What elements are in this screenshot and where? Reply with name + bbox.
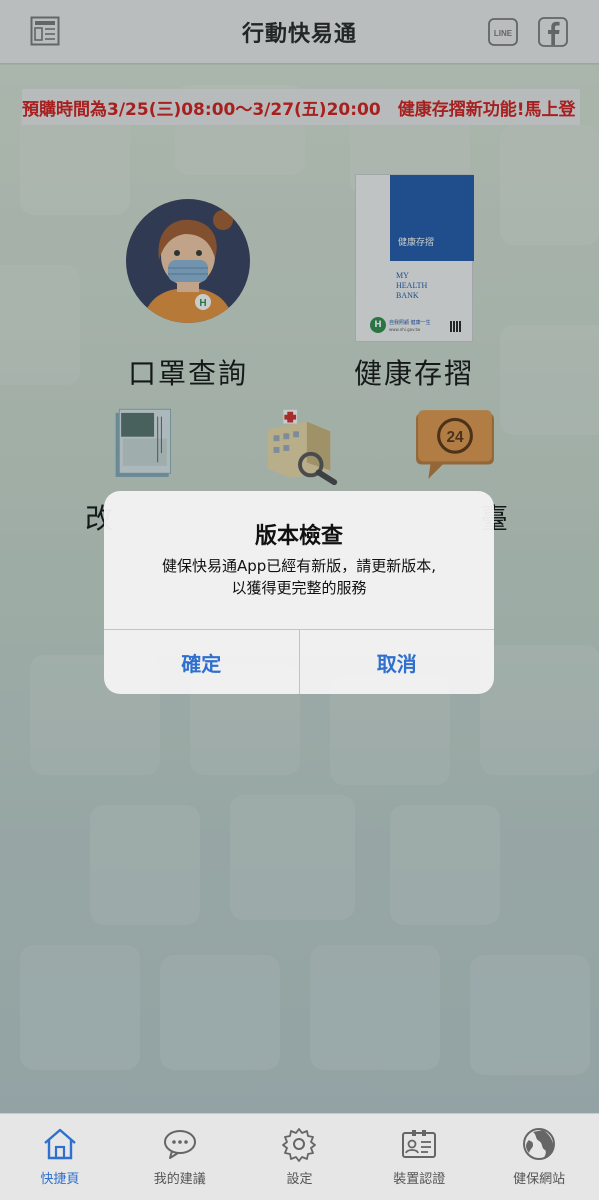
tab-home-label: 快捷頁 [40, 1172, 80, 1187]
bottom-tab-bar: 快捷頁 我的建議 設定 裝置認證 健保網站 [0, 1113, 599, 1200]
tab-suggestions-label: 我的建議 [153, 1172, 206, 1187]
tab-suggestions[interactable]: 我的建議 [120, 1114, 240, 1200]
gear-icon [282, 1128, 317, 1162]
dialog-message-line-2: 以獲得更完整的服務 [231, 579, 367, 597]
tab-device-auth[interactable]: 裝置認證 [359, 1114, 479, 1200]
dialog-buttons: 確定 取消 [104, 629, 494, 694]
globe-icon [523, 1128, 556, 1160]
id-card-icon [402, 1130, 437, 1158]
dialog-message-line-1: 健保快易通App已經有新版，請更新版本, [161, 557, 437, 575]
dialog-title: 版本檢查 [254, 524, 343, 549]
tab-nhi-website[interactable]: 健保網站 [479, 1114, 599, 1200]
home-icon [44, 1128, 76, 1160]
tab-device-auth-label: 裝置認證 [393, 1172, 446, 1187]
tab-settings-label: 設定 [286, 1172, 313, 1187]
tab-nhi-website-label: 健保網站 [513, 1172, 566, 1187]
confirm-button[interactable]: 確定 [104, 630, 299, 694]
tab-home[interactable]: 快捷頁 [0, 1114, 120, 1200]
cancel-button[interactable]: 取消 [298, 630, 495, 694]
dialog-message: 健保快易通App已經有新版，請更新版本, 以獲得更完整的服務 [114, 555, 484, 599]
chat-icon [163, 1130, 196, 1159]
version-check-dialog: 版本檢查 健保快易通App已經有新版，請更新版本, 以獲得更完整的服務 確定 取… [104, 491, 494, 694]
tab-settings[interactable]: 設定 [240, 1114, 360, 1200]
